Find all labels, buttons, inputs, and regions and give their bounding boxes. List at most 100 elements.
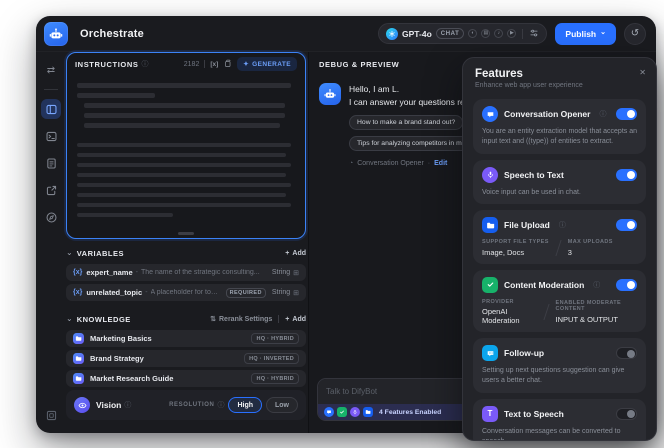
capability-icon-3: ♪ bbox=[494, 29, 503, 38]
info-icon: ⓘ bbox=[141, 59, 148, 69]
divider bbox=[44, 89, 58, 90]
sidebar-item-orchestrate[interactable] bbox=[41, 99, 61, 119]
model-name: GPT-4o bbox=[402, 29, 432, 39]
char-count: 2182 bbox=[184, 61, 200, 68]
skeleton-line bbox=[84, 123, 280, 128]
knowledge-row[interactable]: Brand Strategy HQ · INVERTED bbox=[66, 350, 306, 367]
model-selector[interactable]: GPT-4o CHAT ◐ ▤ ♪ ▶ bbox=[378, 23, 547, 44]
plus-icon: + bbox=[285, 316, 289, 323]
add-variable-button[interactable]: +Add bbox=[285, 250, 306, 257]
resize-handle[interactable] bbox=[178, 232, 194, 235]
chevron-down-icon: ⌄ bbox=[600, 28, 606, 36]
knowledge-name: Brand Strategy bbox=[90, 354, 244, 363]
resolution-low-button[interactable]: Low bbox=[266, 397, 298, 413]
file-upload-icon bbox=[363, 407, 373, 417]
plus-icon: + bbox=[285, 250, 289, 257]
info-icon: ⓘ bbox=[599, 109, 606, 119]
field-value: 3 bbox=[568, 248, 613, 257]
field-value: INPUT & OUTPUT bbox=[556, 315, 637, 324]
features-enabled-label: 4 Features Enabled bbox=[379, 409, 441, 416]
knowledge-row[interactable]: Marketing Basics HQ · HYBRID bbox=[66, 330, 306, 347]
field-label: PROVIDER bbox=[482, 299, 537, 305]
separator: - bbox=[145, 289, 147, 296]
variable-row[interactable]: {x} expert_name - The name of the strate… bbox=[66, 264, 306, 281]
file-upload-toggle[interactable] bbox=[616, 219, 637, 231]
feature-name: Conversation Opener bbox=[504, 109, 590, 119]
publish-button[interactable]: Publish ⌄ bbox=[555, 23, 616, 45]
variable-name: expert_name bbox=[86, 268, 132, 277]
sidebar-item-logs[interactable] bbox=[41, 153, 61, 173]
info-icon: ⓘ bbox=[217, 400, 224, 410]
field-type-icon[interactable]: ⊞ bbox=[293, 269, 299, 277]
suggested-question-chip[interactable]: How to make a brand stand out? bbox=[349, 115, 463, 130]
history-icon: ↺ bbox=[631, 28, 639, 39]
divider bbox=[522, 29, 523, 39]
text-to-speech-toggle[interactable] bbox=[616, 408, 637, 420]
knowledge-section: ⌄ KNOWLEDGE ⇅Rerank Settings +Add Market… bbox=[66, 312, 306, 390]
capability-icon-4: ▶ bbox=[507, 29, 516, 38]
content-moderation-toggle[interactable] bbox=[616, 279, 637, 291]
variable-name: unrelated_topic bbox=[86, 288, 142, 297]
close-icon[interactable]: ✕ bbox=[639, 68, 646, 77]
model-mode-badge: CHAT bbox=[436, 28, 465, 39]
edit-opener-link[interactable]: Edit bbox=[434, 160, 447, 167]
variable-row[interactable]: {x} unrelated_topic - A placeholder for … bbox=[66, 284, 306, 301]
speech-to-text-toggle[interactable] bbox=[616, 169, 637, 181]
skeleton-gap bbox=[77, 133, 295, 137]
info-icon: ⓘ bbox=[559, 220, 566, 230]
rerank-label: Rerank Settings bbox=[219, 316, 272, 323]
feature-desc: Conversation messages can be converted t… bbox=[482, 427, 637, 441]
knowledge-row[interactable]: Market Research Guide HQ · HYBRID bbox=[66, 370, 306, 387]
field-type-icon[interactable]: ⊞ bbox=[293, 289, 299, 297]
frame-toggle-icon[interactable] bbox=[41, 405, 61, 425]
conversation-opener-toggle[interactable] bbox=[616, 108, 637, 120]
skeleton-line bbox=[77, 143, 291, 148]
follow-up-toggle[interactable] bbox=[616, 347, 637, 359]
opener-note-icon: ◔ bbox=[349, 160, 353, 167]
instructions-panel[interactable]: INSTRUCTIONS ⓘ 2182 [x] ✦ GENERATE bbox=[66, 52, 306, 239]
rerank-settings-button[interactable]: ⇅Rerank Settings bbox=[210, 315, 272, 323]
generate-button[interactable]: ✦ GENERATE bbox=[237, 57, 297, 71]
feature-card-content-moderation: Content Moderation ⓘ PROVIDER OpenAI Mod… bbox=[473, 270, 646, 333]
resolution-high-button[interactable]: High bbox=[228, 397, 262, 413]
divider bbox=[555, 240, 561, 256]
knowledge-badge: HQ · HYBRID bbox=[251, 373, 299, 384]
swap-model-icon[interactable]: ⇄ bbox=[41, 60, 61, 80]
folder-icon bbox=[482, 217, 498, 233]
skeleton-line bbox=[77, 213, 173, 218]
knowledge-name: Marketing Basics bbox=[90, 334, 251, 343]
dataset-folder-icon bbox=[73, 333, 84, 344]
sidebar-item-export[interactable] bbox=[41, 180, 61, 200]
sidebar-item-explore[interactable] bbox=[41, 207, 61, 227]
sparkle-icon: ✦ bbox=[243, 60, 249, 68]
field-value: OpenAI Moderation bbox=[482, 307, 537, 325]
moderation-check-icon bbox=[482, 277, 498, 293]
variable-token-icon: {x} bbox=[73, 289, 82, 296]
app-logo-robot-icon bbox=[44, 22, 68, 46]
instructions-text-skeleton[interactable] bbox=[67, 75, 305, 217]
capability-icon-1: ◐ bbox=[468, 29, 477, 38]
add-knowledge-button[interactable]: +Add bbox=[285, 316, 306, 323]
divider bbox=[543, 304, 549, 320]
vision-setting-row: Vision ⓘ RESOLUTION ⓘ High Low bbox=[66, 390, 306, 420]
rerank-icon: ⇅ bbox=[210, 315, 216, 323]
speech-to-text-icon bbox=[350, 407, 360, 417]
skeleton-line bbox=[77, 193, 286, 198]
skeleton-line bbox=[77, 183, 291, 188]
variable-token-icon[interactable]: [x] bbox=[210, 61, 218, 68]
variable-type: String bbox=[272, 289, 290, 296]
field-label: MAX UPLOADS bbox=[568, 239, 613, 245]
model-settings-sliders-icon[interactable] bbox=[529, 25, 539, 43]
sidebar-item-terminal[interactable] bbox=[41, 126, 61, 146]
history-button[interactable]: ↺ bbox=[624, 23, 646, 45]
feature-card-speech-to-text: Speech to Text Voice input can be used i… bbox=[473, 160, 646, 205]
skeleton-line bbox=[77, 203, 291, 208]
content-moderation-icon bbox=[337, 407, 347, 417]
skeleton-line bbox=[84, 103, 285, 108]
left-rail: ⇄ bbox=[36, 52, 66, 433]
conversation-opener-icon bbox=[482, 106, 498, 122]
skeleton-line bbox=[77, 83, 291, 88]
copy-icon[interactable] bbox=[223, 55, 232, 73]
feature-name: Content Moderation bbox=[504, 280, 584, 290]
follow-up-chat-icon bbox=[482, 345, 498, 361]
